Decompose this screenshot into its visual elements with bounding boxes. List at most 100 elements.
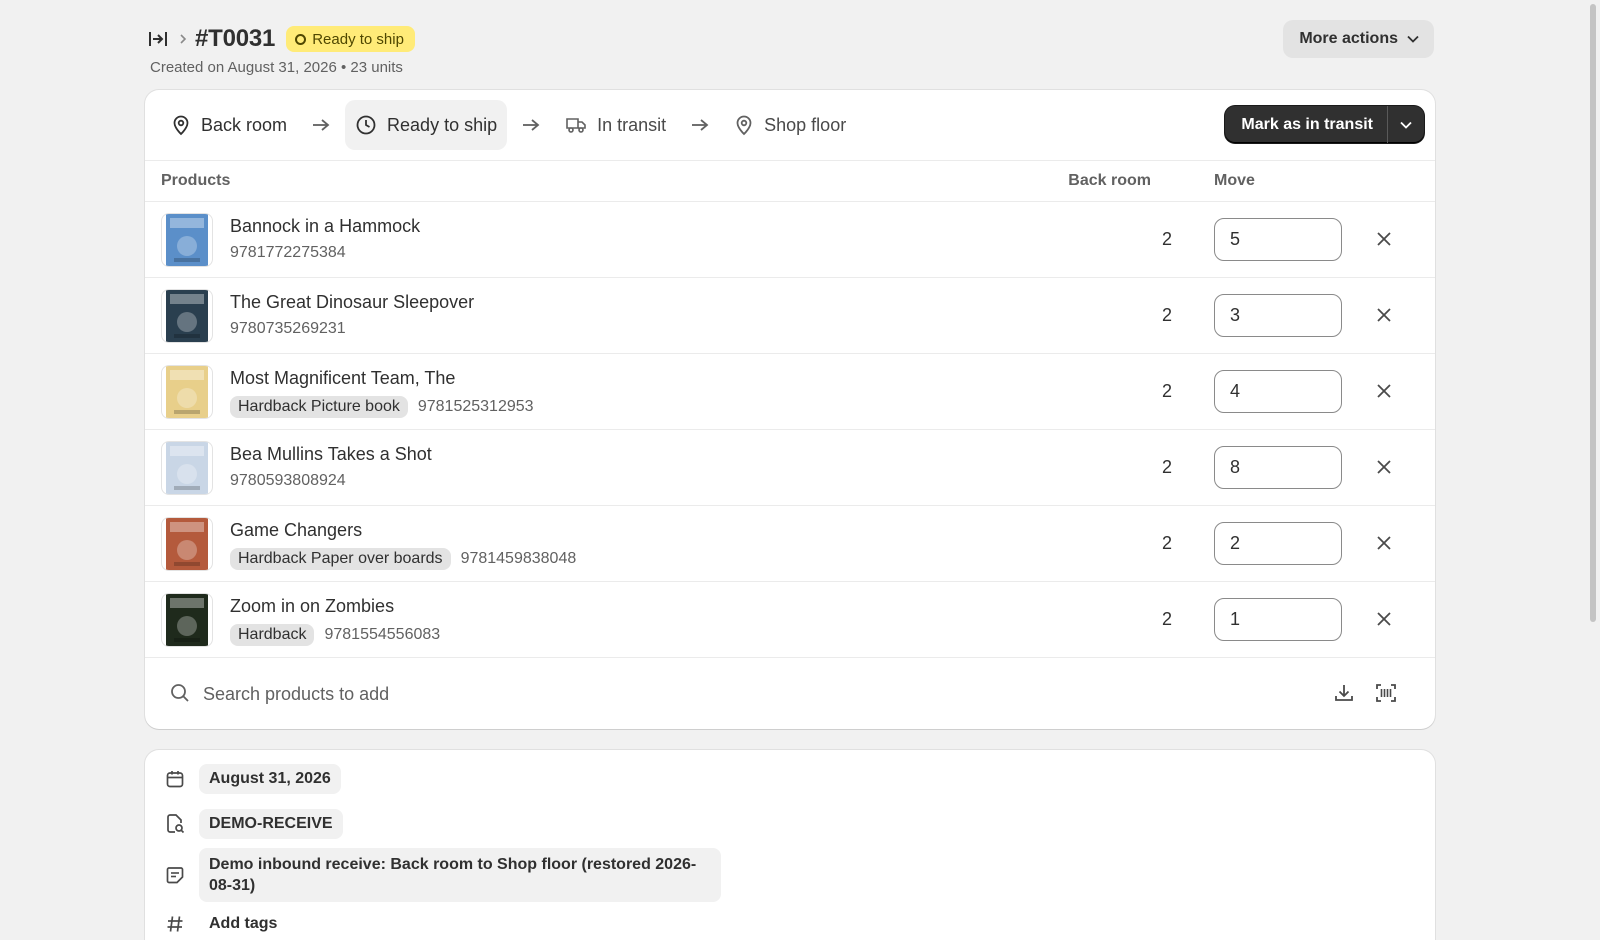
download-icon[interactable]: [1332, 681, 1356, 705]
product-name[interactable]: Game Changers: [230, 520, 362, 541]
add-tags-button[interactable]: Add tags: [199, 915, 287, 933]
move-quantity-input[interactable]: [1214, 446, 1342, 489]
product-name[interactable]: Zoom in on Zombies: [230, 596, 394, 617]
remove-product-button[interactable]: [1372, 303, 1396, 327]
hash-icon: [163, 912, 187, 936]
transfer-details-card: August 31, 2026 DEMO-RECEIVE Demo inboun…: [145, 750, 1435, 940]
location-pin-icon: [173, 115, 189, 136]
collapse-sidebar-icon[interactable]: [147, 28, 169, 50]
product-isbn: 9781772275384: [230, 244, 346, 261]
move-quantity-input[interactable]: [1214, 294, 1342, 337]
column-header-products: Products: [161, 172, 231, 189]
truck-icon: [566, 118, 586, 133]
date-chip[interactable]: August 31, 2026: [199, 764, 341, 794]
remove-product-button[interactable]: [1372, 607, 1396, 631]
arrow-right-icon: [311, 118, 331, 132]
step-back-room[interactable]: Back room: [161, 100, 297, 150]
product-isbn: 9781554556083: [324, 626, 441, 643]
mark-as-in-transit-split-button: Mark as in transit: [1225, 106, 1424, 143]
product-thumbnail[interactable]: [161, 289, 213, 343]
calendar-icon: [163, 767, 187, 791]
page-scrollbar[interactable]: [1590, 4, 1596, 622]
status-badge-label: Ready to ship: [312, 30, 404, 48]
more-actions-button[interactable]: More actions: [1283, 20, 1434, 58]
remove-product-button[interactable]: [1372, 227, 1396, 251]
product-isbn: 9781459838048: [460, 550, 577, 567]
move-quantity-input[interactable]: [1214, 522, 1342, 565]
note-chip[interactable]: Demo inbound receive: Back room to Shop …: [199, 848, 721, 902]
book-cover-image: [166, 366, 208, 418]
step-in-transit[interactable]: In transit: [555, 100, 676, 150]
format-tag: Hardback: [230, 624, 315, 646]
breadcrumb-chevron-icon: [179, 33, 187, 45]
table-row: Bea Mullins Takes a Shot 9780593808924 2: [145, 430, 1435, 506]
search-icon: [171, 684, 189, 702]
product-thumbnail[interactable]: [161, 593, 213, 647]
status-ring-icon: [295, 33, 307, 45]
reference-chip[interactable]: DEMO-RECEIVE: [199, 809, 343, 839]
tags-row: Add tags: [163, 912, 287, 936]
table-row: Zoom in on Zombies Hardback 978155455608…: [145, 582, 1435, 658]
column-header-move: Move: [1214, 172, 1255, 189]
step-shop-floor[interactable]: Shop floor: [724, 100, 856, 150]
move-quantity-input[interactable]: [1214, 370, 1342, 413]
page-subtitle: Created on August 31, 2026 • 23 units: [150, 59, 403, 76]
back-room-quantity: 2: [1161, 229, 1172, 249]
book-cover-image: [166, 518, 208, 570]
back-room-quantity: 2: [1161, 457, 1172, 477]
move-quantity-input[interactable]: [1214, 218, 1342, 261]
arrow-right-icon: [690, 118, 710, 132]
step-label: In transit: [597, 114, 667, 135]
table-row: Game Changers Hardback Paper over boards…: [145, 506, 1435, 582]
product-meta: Hardback Picture book 9781525312953: [230, 396, 534, 418]
format-tag: Hardback Picture book: [230, 396, 408, 418]
move-quantity-input[interactable]: [1214, 598, 1342, 641]
note-icon: [163, 863, 187, 887]
remove-product-button[interactable]: [1372, 455, 1396, 479]
step-label: Back room: [201, 114, 288, 135]
products-table-body: Bannock in a Hammock 9781772275384 2 The…: [145, 202, 1435, 658]
product-search-bar: [145, 658, 1435, 729]
remove-product-button[interactable]: [1372, 531, 1396, 555]
column-header-back-room: Back room: [1068, 172, 1151, 189]
product-thumbnail[interactable]: [161, 441, 213, 495]
product-thumbnail[interactable]: [161, 213, 213, 267]
document-search-icon: [163, 812, 187, 836]
search-products-input[interactable]: [203, 676, 1203, 712]
status-badge: Ready to ship: [286, 26, 415, 52]
step-label: Ready to ship: [387, 114, 498, 135]
transfer-card: Back room Ready to ship In transit Shop …: [145, 90, 1435, 729]
product-meta: 9780593808924: [230, 472, 346, 490]
book-cover-image: [166, 214, 208, 266]
back-room-quantity: 2: [1161, 533, 1172, 553]
remove-product-button[interactable]: [1372, 379, 1396, 403]
close-icon: [1377, 232, 1391, 246]
product-thumbnail[interactable]: [161, 517, 213, 571]
close-icon: [1377, 384, 1391, 398]
close-icon: [1377, 308, 1391, 322]
mark-as-in-transit-button[interactable]: Mark as in transit: [1225, 106, 1387, 143]
product-isbn: 9780735269231: [230, 320, 346, 337]
close-icon: [1377, 612, 1391, 626]
chevron-down-icon: [1407, 35, 1419, 43]
table-row: Most Magnificent Team, The Hardback Pict…: [145, 354, 1435, 430]
product-name[interactable]: Bea Mullins Takes a Shot: [230, 444, 432, 465]
clock-icon: [356, 115, 376, 135]
product-name[interactable]: Bannock in a Hammock: [230, 216, 420, 237]
product-name[interactable]: Most Magnificent Team, The: [230, 368, 455, 389]
product-isbn: 9780593808924: [230, 472, 346, 489]
location-pin-icon: [736, 115, 752, 136]
close-icon: [1377, 536, 1391, 550]
back-room-quantity: 2: [1161, 609, 1172, 629]
transfer-steps: Back room Ready to ship In transit Shop …: [145, 90, 1435, 161]
product-meta: Hardback Paper over boards 9781459838048: [230, 548, 576, 570]
page-header: #T0031 Ready to ship Created on August 3…: [147, 20, 1434, 76]
step-ready-to-ship[interactable]: Ready to ship: [345, 100, 508, 150]
mark-options-dropdown-button[interactable]: [1388, 106, 1424, 143]
product-name[interactable]: The Great Dinosaur Sleepover: [230, 292, 474, 313]
product-meta: Hardback 9781554556083: [230, 624, 440, 646]
product-thumbnail[interactable]: [161, 365, 213, 419]
close-icon: [1377, 460, 1391, 474]
table-row: Bannock in a Hammock 9781772275384 2: [145, 202, 1435, 278]
barcode-scan-icon[interactable]: [1374, 681, 1398, 705]
